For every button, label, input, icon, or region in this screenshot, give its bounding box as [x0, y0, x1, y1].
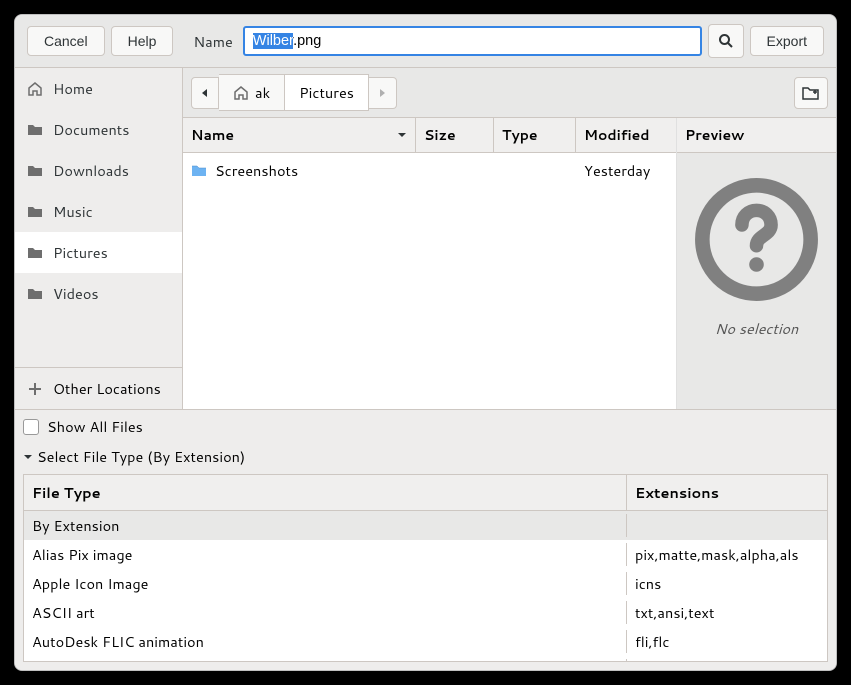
folder-icon [27, 245, 43, 261]
column-name-label: Name [191, 125, 234, 145]
body: Home Documents Downloads Music Pictures Video… [15, 68, 836, 409]
preview-body: No selection [694, 153, 819, 409]
show-all-row: Show All Files [15, 410, 836, 443]
pathbar: ak Pictures [183, 68, 836, 118]
sidebar: Home Documents Downloads Music Pictures Video… [15, 68, 183, 409]
other-locations[interactable]: Other Locations [15, 367, 182, 409]
filetype-type-cell: Alias Pix image [24, 543, 627, 566]
column-header-type[interactable]: Type [494, 118, 576, 152]
sidebar-item-videos[interactable]: Videos [15, 273, 182, 314]
sidebar-item-label: Downloads [53, 160, 129, 181]
filetype-ext-cell: txt,ansi,text [627, 601, 827, 624]
preview-header: Preview [677, 118, 836, 153]
filetype-header: File Type Extensions [24, 475, 827, 511]
filetype-col-type[interactable]: File Type [24, 475, 627, 510]
path-segment-label: Pictures [299, 82, 354, 103]
filetype-col-ext[interactable]: Extensions [627, 475, 827, 510]
triangle-right-icon [377, 88, 387, 98]
folder-icon [27, 204, 43, 220]
bottom-panel: Show All Files Select File Type (By Exte… [15, 409, 836, 670]
filetype-ext-cell: icns [627, 572, 827, 595]
filetype-row[interactable]: ASCII arttxt,ansi,text [24, 598, 827, 627]
home-icon [233, 85, 249, 101]
file-list: Name Size Type Modified Screenshots Yeste… [183, 118, 676, 409]
name-row: Name [193, 26, 701, 56]
content-row: Name Size Type Modified Screenshots Yeste… [183, 118, 836, 409]
filetype-ext-cell: pix,matte,mask,alpha,als [627, 543, 827, 566]
file-name-cell: Screenshots [183, 158, 416, 183]
filetype-ext-cell: fli,flc [627, 630, 827, 653]
filetype-row[interactable]: By Extension [24, 511, 827, 540]
path-back-button[interactable] [191, 77, 219, 109]
filetype-type-cell: bzip archive [24, 659, 627, 661]
question-icon [694, 177, 819, 302]
plus-icon [27, 381, 43, 397]
file-type-cell [494, 158, 576, 183]
sidebar-item-home[interactable]: Home [15, 68, 182, 109]
sidebar-item-label: Videos [53, 283, 99, 304]
create-folder-button[interactable] [794, 77, 828, 109]
sidebar-item-label: Home [53, 78, 93, 99]
filetype-row[interactable]: Alias Pix imagepix,matte,mask,alpha,als [24, 540, 827, 569]
sidebar-items: Home Documents Downloads Music Pictures Video… [15, 68, 182, 367]
filetype-rows: By Extension Alias Pix imagepix,matte,mas… [24, 511, 827, 661]
preview-no-selection: No selection [715, 318, 798, 339]
filetype-ext-cell: xcf.bz2,xcfbz2 [627, 659, 827, 661]
filetype-type-cell: AutoDesk FLIC animation [24, 630, 627, 653]
filetype-row[interactable]: Apple Icon Imageicns [24, 569, 827, 598]
other-locations-label: Other Locations [53, 378, 161, 399]
path-segment-ak[interactable]: ak [219, 74, 285, 111]
path-segment-label: ak [255, 82, 270, 103]
help-button[interactable]: Help [111, 26, 174, 56]
filename-input[interactable] [243, 26, 702, 56]
filetype-type-cell: By Extension [24, 514, 627, 537]
main: ak Pictures Name Size Type [183, 68, 836, 409]
home-icon [27, 81, 43, 97]
filetype-ext-cell [627, 514, 827, 537]
file-name-label: Screenshots [215, 160, 298, 181]
export-button[interactable]: Export [750, 26, 824, 56]
cancel-button[interactable]: Cancel [27, 26, 105, 56]
file-row[interactable]: Screenshots Yesterday [183, 153, 676, 188]
sort-desc-icon [397, 130, 407, 140]
triangle-left-icon [200, 88, 210, 98]
column-header-name[interactable]: Name [183, 118, 416, 152]
folder-icon [27, 163, 43, 179]
folder-icon [191, 163, 207, 179]
path-forward-button[interactable] [369, 77, 397, 109]
search-icon [718, 33, 734, 49]
sidebar-item-documents[interactable]: Documents [15, 109, 182, 150]
sidebar-item-label: Music [53, 201, 93, 222]
toolbar: Cancel Help Name Export [15, 15, 836, 68]
file-headers: Name Size Type Modified [183, 118, 676, 153]
sidebar-item-downloads[interactable]: Downloads [15, 150, 182, 191]
file-modified-cell: Yesterday [576, 158, 676, 183]
column-header-modified[interactable]: Modified [576, 118, 676, 152]
file-rows: Screenshots Yesterday [183, 153, 676, 409]
filetype-row[interactable]: bzip archivexcf.bz2,xcfbz2 [24, 656, 827, 661]
sidebar-item-label: Documents [53, 119, 129, 140]
folder-icon [27, 286, 43, 302]
path-segment-pictures[interactable]: Pictures [285, 74, 369, 111]
show-all-label: Show All Files [47, 416, 143, 437]
sidebar-item-music[interactable]: Music [15, 191, 182, 232]
sidebar-item-label: Pictures [53, 242, 108, 263]
filetype-type-cell: ASCII art [24, 601, 627, 624]
new-folder-icon [802, 85, 820, 101]
filetype-expander[interactable]: Select File Type (By Extension) [15, 443, 836, 470]
preview-panel: Preview No selection [676, 118, 836, 409]
triangle-down-icon [23, 452, 33, 462]
column-header-size[interactable]: Size [416, 118, 494, 152]
filetype-row[interactable]: AutoDesk FLIC animationfli,flc [24, 627, 827, 656]
name-label: Name [193, 31, 232, 52]
folder-icon [27, 122, 43, 138]
file-size-cell [416, 158, 494, 183]
file-dialog: Cancel Help Name Export Home Documents Dow… [14, 14, 837, 671]
filetype-table: File Type Extensions By Extension Alias P… [23, 474, 828, 662]
expander-label: Select File Type (By Extension) [37, 446, 245, 467]
filetype-type-cell: Apple Icon Image [24, 572, 627, 595]
show-all-checkbox[interactable] [23, 419, 39, 435]
search-button[interactable] [708, 24, 744, 58]
sidebar-item-pictures[interactable]: Pictures [15, 232, 182, 273]
